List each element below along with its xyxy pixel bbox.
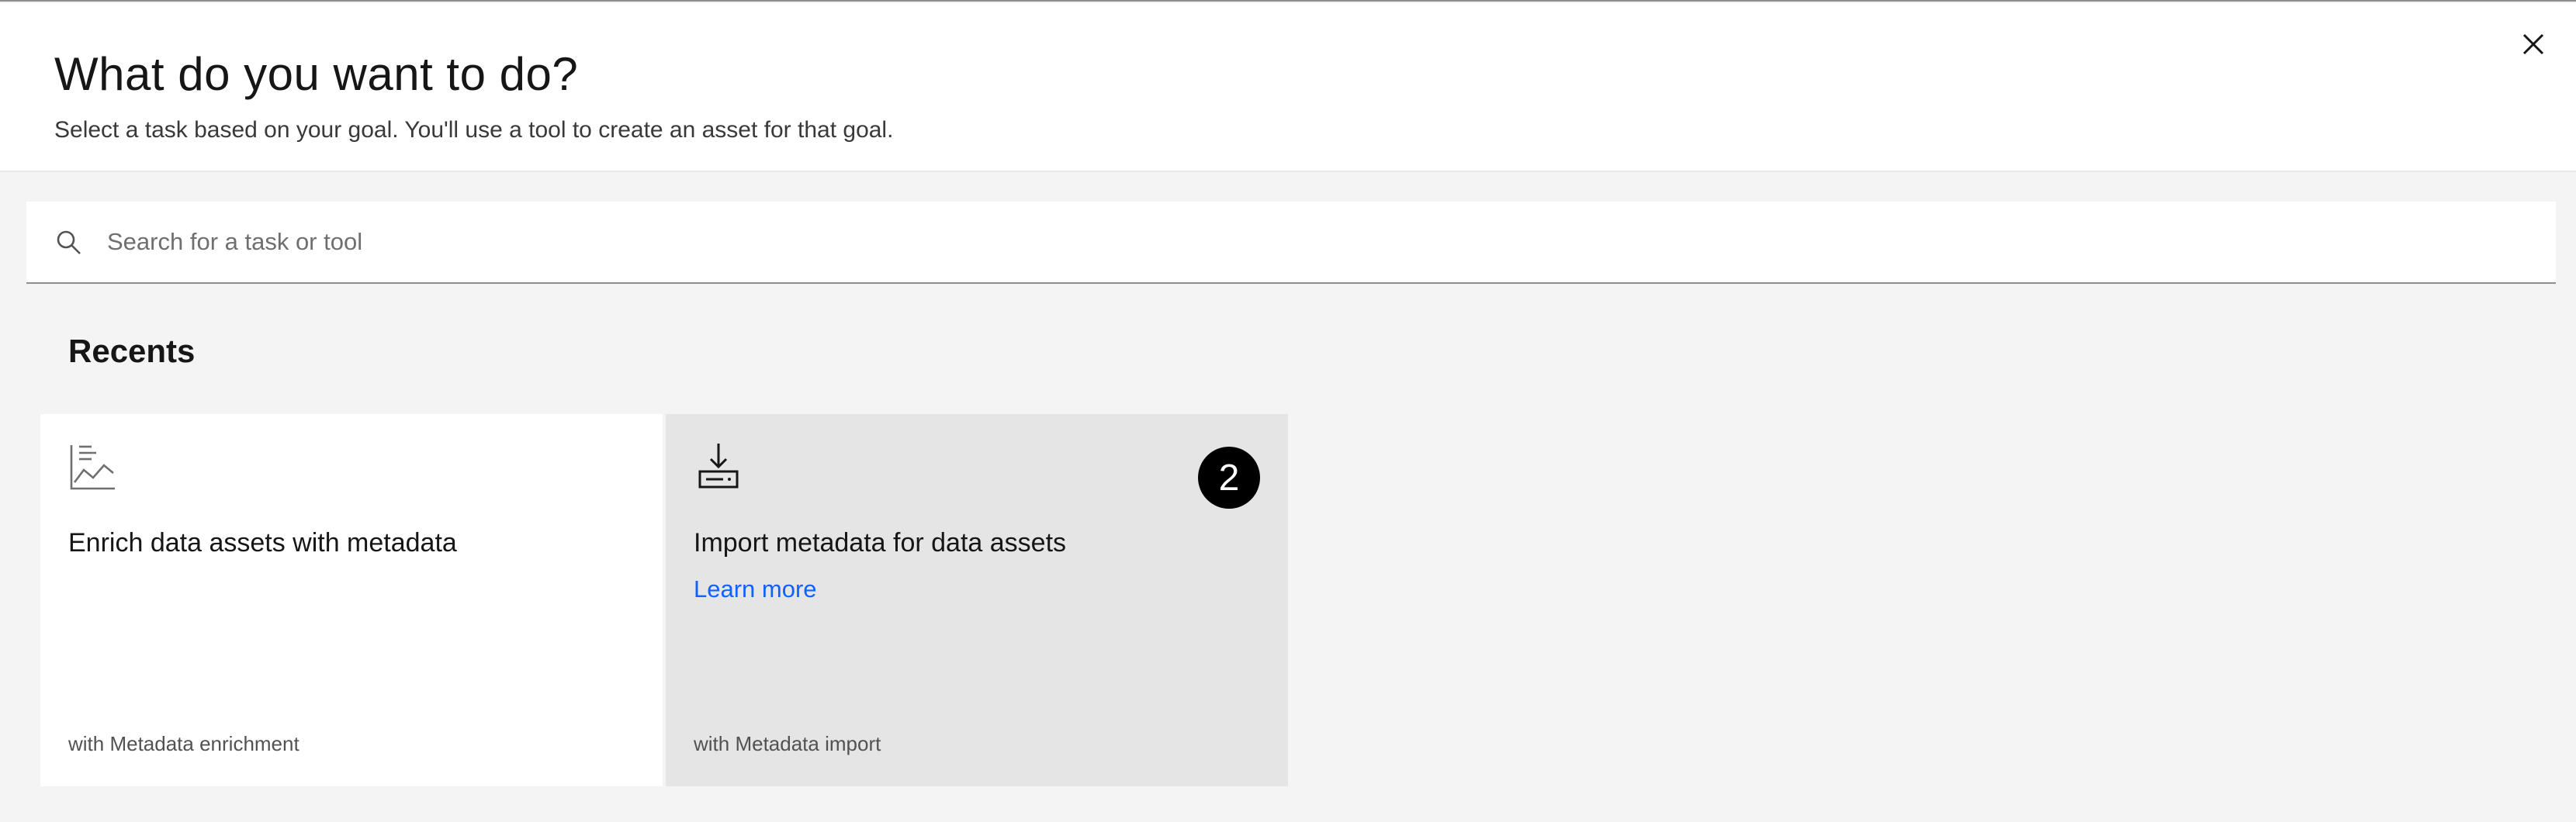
- step-badge: 2: [1198, 447, 1260, 509]
- dialog-subtitle: Select a task based on your goal. You'll…: [54, 117, 894, 143]
- task-card-import[interactable]: 2 Import metadata for data assets Learn …: [666, 414, 1288, 786]
- search-bar: [26, 202, 2556, 284]
- close-icon: [2522, 33, 2544, 55]
- card-tool-label: with Metadata import: [694, 732, 881, 755]
- search-icon: [57, 230, 81, 254]
- close-button[interactable]: [2514, 25, 2553, 64]
- dialog-header: What do you want to do? Select a task ba…: [0, 3, 2576, 172]
- card-title: Import metadata for data assets: [694, 528, 1067, 558]
- learn-more-link[interactable]: Learn more: [694, 574, 817, 605]
- search-input[interactable]: [107, 202, 2528, 282]
- card-tool-label: with Metadata enrichment: [68, 732, 299, 755]
- task-card-enrich[interactable]: Enrich data assets with metadata with Me…: [40, 414, 663, 786]
- recents-heading: Recents: [68, 333, 196, 369]
- chart-line-icon: [70, 445, 115, 490]
- dialog-title: What do you want to do?: [54, 48, 579, 100]
- card-title: Enrich data assets with metadata: [68, 528, 457, 558]
- download-icon: [698, 444, 739, 489]
- task-dialog: What do you want to do? Select a task ba…: [0, 0, 2576, 822]
